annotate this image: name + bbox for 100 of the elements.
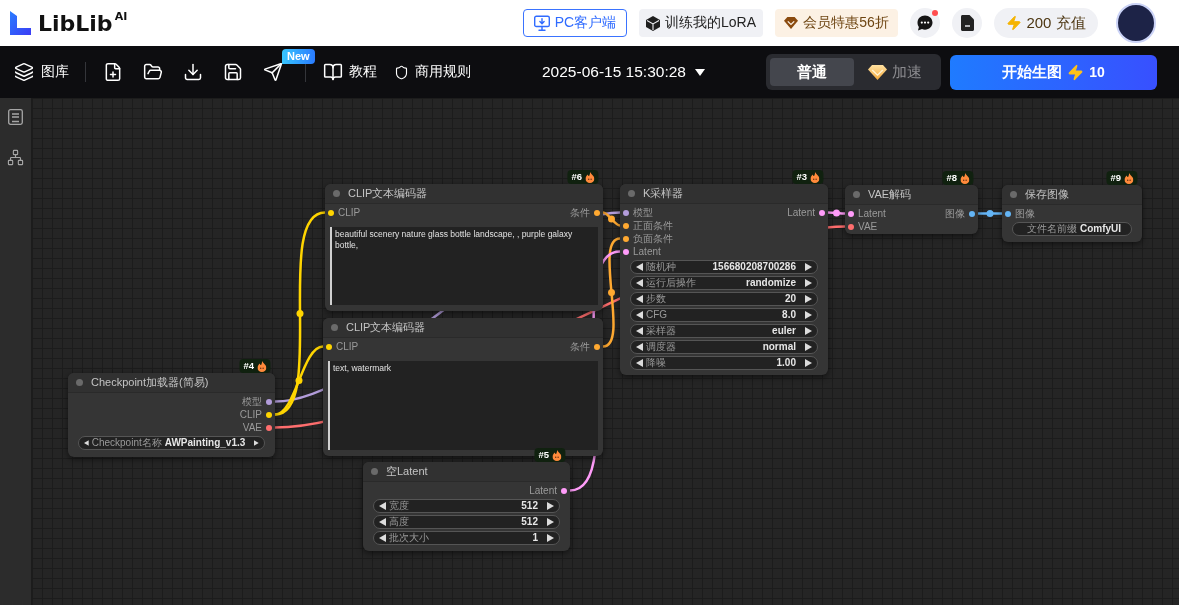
output-socket-icon[interactable]	[594, 209, 600, 216]
avatar[interactable]	[1116, 3, 1156, 43]
node-id: #8	[946, 171, 957, 185]
node-title: VAE解码	[868, 187, 912, 202]
notification-dot-icon	[932, 10, 938, 16]
fire-icon	[552, 449, 561, 461]
send-icon[interactable]	[263, 62, 283, 82]
fire-icon	[257, 360, 266, 372]
value-stepper[interactable]: Checkpoint名称 AWPainting_v1.3	[78, 436, 265, 450]
dot-icon	[1010, 191, 1017, 198]
file-plus-icon[interactable]	[103, 62, 123, 82]
widget-label: 运行后操作	[646, 277, 696, 289]
document-icon[interactable]	[8, 109, 23, 125]
value-stepper[interactable]: 采样器 euler	[630, 324, 818, 338]
output-socket-icon[interactable]	[594, 343, 600, 350]
license-link[interactable]: 商用规则	[394, 63, 471, 81]
client-download-button[interactable]: PC客户端	[523, 9, 627, 37]
cube-icon	[646, 15, 660, 31]
value-stepper[interactable]: 随机种 156680208700286	[630, 260, 818, 274]
input-socket-icon[interactable]	[848, 223, 854, 230]
socket-label: Latent	[858, 207, 886, 220]
value-stepper[interactable]: 高度 512	[373, 515, 560, 529]
input-socket-icon[interactable]	[623, 222, 629, 229]
recharge-button[interactable]: 200 充值	[994, 8, 1098, 38]
widget-label: 降噪	[646, 357, 666, 369]
vip-offer-button[interactable]: 会员特惠56折	[775, 9, 898, 37]
fire-icon	[1124, 172, 1133, 184]
prompt-field[interactable]: text, watermark	[328, 361, 598, 450]
save-icon[interactable]	[223, 62, 243, 82]
output-socket-icon[interactable]	[266, 398, 272, 405]
input-socket-icon[interactable]	[328, 209, 334, 216]
dot-icon	[853, 191, 860, 198]
widget-label: 批次大小	[389, 532, 429, 544]
input-socket-icon[interactable]	[326, 343, 332, 350]
widget-value: ComfyUI	[1080, 223, 1123, 235]
value-stepper[interactable]: 运行后操作 randomize	[630, 276, 818, 290]
files-button[interactable]	[952, 8, 982, 38]
download-icon[interactable]	[183, 62, 203, 82]
lightning-icon	[1067, 63, 1085, 81]
widget-value: 512	[521, 500, 539, 512]
arrow-right-icon[interactable]	[254, 439, 259, 447]
logo-icon	[10, 11, 31, 35]
layers-icon	[14, 62, 34, 82]
dot-icon	[628, 190, 635, 197]
widget-label: 随机种	[646, 261, 676, 273]
node-title: 空Latent	[386, 464, 428, 479]
socket-label: VAE	[858, 220, 878, 233]
socket-label: 负面条件	[633, 232, 673, 245]
output-socket-icon[interactable]	[266, 411, 272, 418]
socket-label: 模型	[633, 206, 653, 219]
node-id: #9	[1110, 171, 1121, 185]
socket-label: CLIP	[338, 206, 361, 219]
input-socket-icon[interactable]	[1005, 210, 1011, 217]
train-lora-button[interactable]: 训练我的LoRA	[639, 9, 763, 37]
value-stepper[interactable]: CFG 8.0	[630, 308, 818, 322]
input-socket-icon[interactable]	[623, 235, 629, 242]
widget-value: 8.0	[782, 309, 797, 321]
output-socket-icon[interactable]	[819, 209, 825, 216]
socket-label: 正面条件	[633, 219, 673, 232]
socket-label: 条件	[570, 206, 590, 219]
text-field[interactable]: 文件名前缀 ComfyUI	[1012, 222, 1132, 236]
output-socket-icon[interactable]	[266, 424, 272, 431]
widget-value: 1.00	[776, 357, 797, 369]
input-socket-icon[interactable]	[848, 210, 854, 217]
tutorial-link[interactable]: 教程	[323, 62, 377, 82]
socket-label: CLIP	[336, 340, 359, 353]
shield-icon	[394, 64, 409, 80]
node-title: Checkpoint加载器(简易)	[91, 375, 209, 390]
fire-icon	[810, 171, 819, 183]
widget-value: normal	[762, 341, 797, 353]
value-stepper[interactable]: 调度器 normal	[630, 340, 818, 354]
generate-button[interactable]: 开始生图 10	[950, 54, 1157, 90]
credit-cost: 10	[1089, 64, 1105, 80]
value-stepper[interactable]: 步数 20	[630, 292, 818, 306]
sitemap-icon[interactable]	[7, 149, 24, 166]
value-stepper[interactable]: 降噪 1.00	[630, 356, 818, 370]
mode-tab[interactable]: 普通	[770, 58, 854, 86]
dot-icon	[371, 468, 378, 475]
value-stepper[interactable]: 宽度 512	[373, 499, 560, 513]
monitor-download-icon	[533, 15, 550, 31]
value-stepper[interactable]: 批次大小 1	[373, 531, 560, 545]
arrow-left-icon[interactable]	[84, 439, 89, 447]
mode-tab[interactable]: 加速	[853, 58, 937, 86]
folder-icon[interactable]	[143, 62, 163, 82]
fire-icon	[960, 172, 969, 184]
fire-icon	[585, 171, 594, 183]
widget-value: AWPainting_v1.3	[164, 437, 247, 449]
messages-button[interactable]	[910, 8, 940, 38]
input-socket-icon[interactable]	[623, 248, 629, 255]
socket-label: 条件	[570, 340, 590, 353]
timestamp-dropdown[interactable]: 2025-06-15 15:30:28	[542, 63, 705, 81]
diamond-icon	[868, 64, 888, 80]
gallery-button[interactable]: 图库	[14, 62, 69, 82]
input-socket-icon[interactable]	[623, 209, 629, 216]
prompt-field[interactable]: beautiful scenery nature glass bottle landscape, , purple galaxy bottle,	[330, 227, 598, 305]
output-socket-icon[interactable]	[969, 210, 975, 217]
dot-icon	[333, 190, 340, 197]
caret-down-icon	[694, 68, 705, 76]
widget-label: Checkpoint名称	[91, 437, 162, 449]
output-socket-icon[interactable]	[561, 487, 567, 494]
